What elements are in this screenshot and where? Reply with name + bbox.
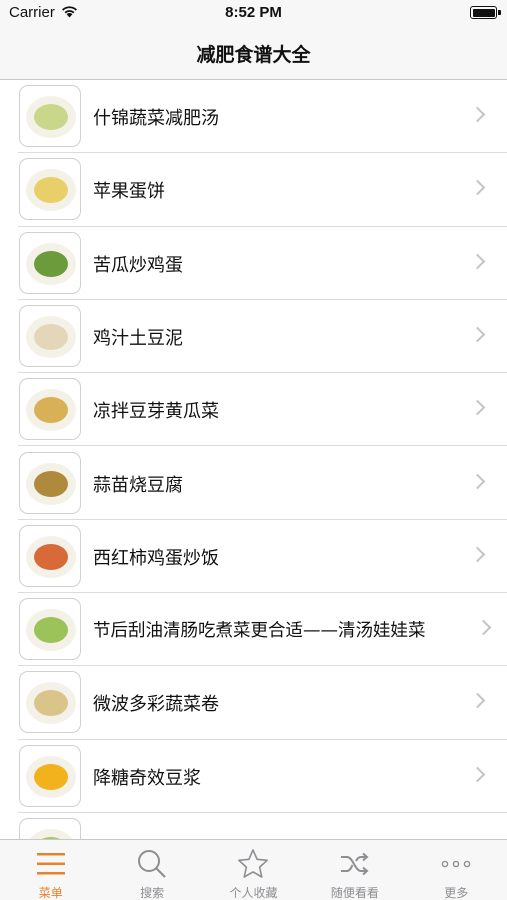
recipe-row[interactable]: 鸡汁土豆泥 [0,300,507,374]
tab-random[interactable]: 随便看看 [304,840,405,900]
recipe-title: 降糖奇效豆浆 [93,767,201,789]
battery-icon [470,6,501,19]
tab-more[interactable]: 更多 [406,840,507,900]
recipe-title: 微波多彩蔬菜卷 [93,694,219,716]
recipe-row[interactable]: 凉拌豆芽黄瓜菜 [0,373,507,447]
recipe-thumbnail [19,304,81,367]
recipe-title: 什锦蔬菜减肥汤 [93,108,219,129]
recipe-thumbnail [19,451,81,514]
recipe-thumbnail [19,818,81,839]
recipe-thumbnail [19,378,81,441]
chevron-right-icon [469,693,486,709]
recipe-row[interactable]: 西红柿鸡蛋炒饭 [0,520,507,594]
tab-menu[interactable]: 菜单 [0,840,101,900]
recipe-row[interactable]: 降糖奇效豆浆 [0,740,507,814]
navigation-bar: 减肥食谱大全 [0,26,507,80]
recipe-row[interactable]: 蒜苗烧豆腐 [0,447,507,521]
chevron-right-icon [469,546,486,563]
more-icon [441,860,471,868]
search-icon [138,850,166,878]
page-title: 减肥食谱大全 [196,44,311,66]
chevron-right-icon [475,619,492,636]
status-time: 8:52 PM [225,4,282,21]
chevron-right-icon [469,326,486,343]
recipe-list[interactable]: 什锦蔬菜减肥汤 苹果蛋饼 苦瓜炒鸡蛋 鸡汁土豆泥 凉拌豆芽黄瓜菜 蒜苗烧豆腐 西… [0,80,507,839]
recipe-row[interactable]: 节后刮油清肠吃煮菜更合适——清汤娃娃菜 [0,593,507,667]
recipe-title: 节后刮油清肠吃煮菜更合适——清汤娃娃菜 [93,621,426,642]
recipe-row[interactable]: 苹果蛋饼 [0,153,507,227]
recipe-title: 西红柿鸡蛋炒饭 [93,547,219,569]
tab-bar: 菜单 搜索 个人收藏 随便看看 更多 [0,839,507,900]
recipe-thumbnail [19,671,81,734]
tab-label: 菜单 [38,886,63,900]
tab-search[interactable]: 搜索 [101,840,202,900]
tab-label: 更多 [444,886,469,900]
menu-icon [36,853,65,875]
recipe-thumbnail [19,598,81,661]
recipe-title: 蒜苗烧豆腐 [93,474,183,496]
tab-label: 个人收藏 [229,886,278,900]
recipe-thumbnail [19,744,81,807]
chevron-right-icon [469,399,486,416]
chevron-right-icon [469,180,486,196]
recipe-title: 苹果蛋饼 [93,181,165,203]
chevron-right-icon [469,766,486,782]
tab-favorites[interactable]: 个人收藏 [203,840,304,900]
recipe-title: 苦瓜炒鸡蛋 [93,254,183,276]
recipe-title: 凉拌豆芽黄瓜菜 [93,401,219,423]
tab-label: 随便看看 [330,886,379,900]
star-icon [238,849,269,878]
recipe-thumbnail [19,158,81,221]
recipe-thumbnail [19,85,81,147]
recipe-thumbnail [19,231,81,294]
shuffle-icon [340,852,369,876]
recipe-row[interactable]: 什锦蔬菜减肥汤 [0,80,507,154]
tab-label: 搜索 [140,886,165,900]
recipe-row[interactable]: 微波多彩蔬菜卷 [0,666,507,740]
recipe-row[interactable] [0,813,507,839]
chevron-right-icon [469,473,486,489]
recipe-row[interactable]: 苦瓜炒鸡蛋 [0,227,507,301]
status-bar: Carrier 8:52 PM [0,0,507,26]
chevron-right-icon [469,253,486,269]
recipe-thumbnail [19,524,81,587]
chevron-right-icon [469,106,486,123]
recipe-title: 鸡汁土豆泥 [93,327,183,349]
